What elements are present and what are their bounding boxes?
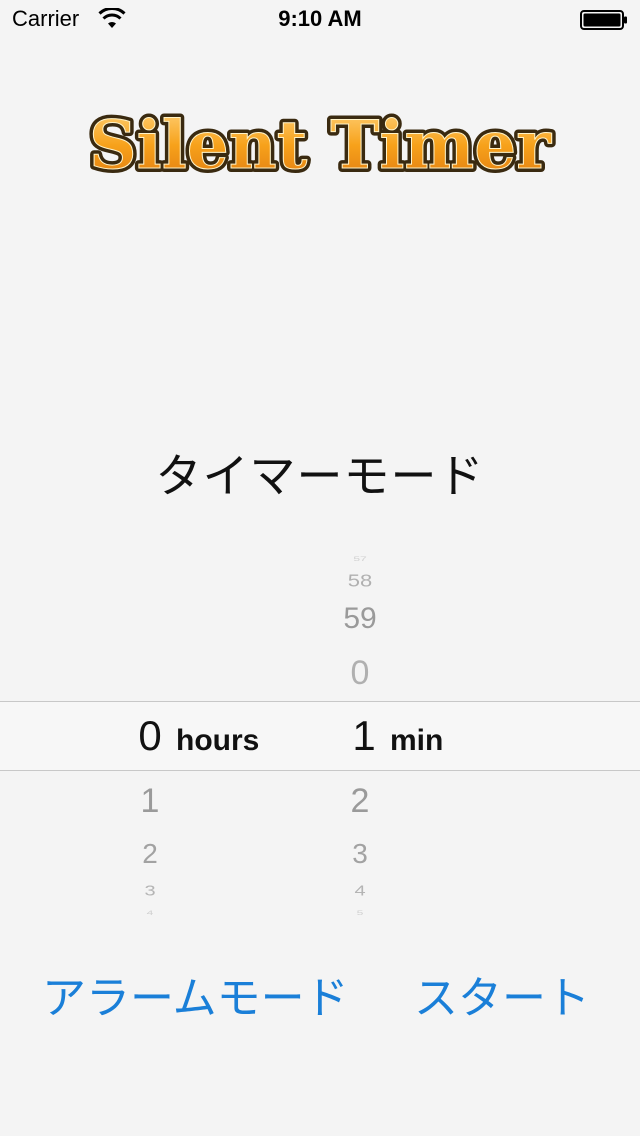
minutes-option[interactable]: 2 [320,782,400,821]
minutes-option[interactable]: 3 [320,838,400,870]
hours-option[interactable]: 4 [110,910,190,917]
mode-title: タイマーモード [155,449,485,503]
status-bar: Carrier 9:10 AM [0,0,640,40]
battery-icon [580,10,627,30]
minutes-wheel[interactable]: 57 58 59 0 1 2 3 4 5 [320,552,400,917]
time-picker[interactable]: 0 1 2 3 4 hours 57 58 59 0 1 2 3 4 5 min [0,552,640,917]
minutes-option[interactable]: 57 [320,556,400,563]
minutes-unit-label: min [390,724,444,757]
hours-unit-label: hours [176,724,260,757]
minutes-option[interactable]: 59 [320,602,400,636]
hours-option[interactable]: 2 [110,838,190,870]
hours-option[interactable]: 3 [110,883,190,900]
minutes-option[interactable]: 58 [320,571,400,592]
minutes-option[interactable]: 5 [320,910,400,917]
start-button[interactable]: スタート [414,962,590,1026]
minutes-option[interactable]: 0 [320,654,400,693]
svg-text:Silent Timer: Silent Timer [89,106,552,184]
status-time: 9:10 AM [278,6,362,31]
hours-option[interactable]: 1 [110,782,190,821]
silent-timer-logo: Silent Timer Silent Timer [85,102,556,188]
alarm-mode-button[interactable]: アラームモード [42,962,349,1026]
minutes-option[interactable]: 4 [320,883,400,900]
